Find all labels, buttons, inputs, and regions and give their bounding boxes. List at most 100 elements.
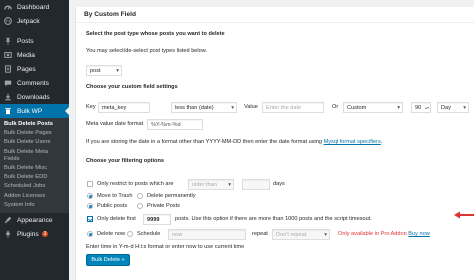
compare-operator-select[interactable]: less than (date) bbox=[171, 102, 237, 113]
sidebar-item-dashboard[interactable]: Dashboard bbox=[0, 0, 69, 14]
date-input[interactable]: Enter the date bbox=[262, 102, 324, 113]
amount-value: 90 bbox=[415, 104, 422, 111]
move-trash-radio[interactable] bbox=[87, 193, 93, 199]
post-type-select[interactable]: post bbox=[86, 65, 122, 76]
restrict-label: Only restrict to posts which are bbox=[97, 181, 174, 187]
sidebar-item-plugins[interactable]: Plugins 3 bbox=[0, 227, 69, 241]
sidebar-item-downloads[interactable]: Downloads bbox=[0, 90, 69, 104]
sidebar-item-label: Pages bbox=[17, 65, 36, 73]
delete-permanently-label: Delete permanently bbox=[147, 193, 196, 199]
delete-now-radio[interactable] bbox=[87, 231, 93, 237]
date-format-note: If you are storing the date in a format … bbox=[86, 139, 382, 145]
sidebar-item-label: Bulk WP bbox=[17, 107, 43, 115]
public-posts-label: Public posts bbox=[97, 203, 128, 209]
panel-header[interactable]: By Custom Field bbox=[76, 7, 474, 23]
sidebar-item-pages[interactable]: Pages bbox=[0, 62, 69, 76]
red-arrow-icon bbox=[454, 211, 474, 219]
pin-icon bbox=[4, 37, 12, 45]
date-placeholder: Enter the date bbox=[266, 104, 302, 111]
custom-field-panel: By Custom Field Select the post type who… bbox=[75, 7, 474, 280]
days-input[interactable] bbox=[242, 179, 270, 190]
submenu-item[interactable]: System Info bbox=[0, 201, 69, 210]
sidebar-item-posts[interactable]: Posts bbox=[0, 34, 69, 48]
plugins-update-badge: 3 bbox=[41, 230, 49, 238]
submenu-item[interactable]: Bulk Delete Users bbox=[0, 138, 69, 147]
repeat-label: repeat bbox=[252, 231, 268, 237]
repeat-select[interactable]: Don't repeat bbox=[272, 229, 330, 240]
mysql-format-link[interactable]: Mysql format specifiers bbox=[324, 139, 381, 145]
repeat-value: Don't repeat bbox=[276, 231, 307, 238]
sidebar-item-label: Downloads bbox=[17, 93, 50, 101]
sidebar-item-label: Jetpack bbox=[17, 17, 40, 25]
comments-icon bbox=[4, 79, 12, 87]
submenu-item[interactable]: Bulk Delete Posts bbox=[0, 120, 69, 129]
sidebar-item-label: Appearance bbox=[17, 216, 53, 224]
sidebar-item-comments[interactable]: Comments bbox=[0, 76, 69, 90]
trash-icon bbox=[4, 107, 12, 115]
date-format-value: %Y-%m-%d bbox=[151, 121, 181, 128]
private-posts-label: Private Posts bbox=[147, 203, 180, 209]
sidebar-item-jetpack[interactable]: Jetpack bbox=[0, 14, 69, 28]
pro-addon-note: Only available in Pro Addon Buy now bbox=[338, 231, 430, 237]
sidebar-item-label: Plugins bbox=[17, 230, 39, 238]
time-unit-value: Day bbox=[441, 104, 451, 111]
sidebar-item-label: Posts bbox=[17, 37, 34, 45]
plugins-icon bbox=[4, 230, 12, 238]
restrict-checkbox[interactable] bbox=[87, 181, 93, 187]
limit-value: 9999 bbox=[147, 216, 160, 223]
bulk-wp-submenu: Bulk Delete Posts Bulk Delete Pages Bulk… bbox=[0, 118, 69, 214]
amount-input[interactable]: 90 ▴▾ bbox=[411, 102, 431, 113]
key-label: Key bbox=[86, 104, 96, 110]
older-than-select[interactable]: older than bbox=[188, 179, 234, 190]
limit-label: Only delete first bbox=[97, 216, 136, 222]
submenu-item[interactable]: Addon Licenses bbox=[0, 192, 69, 201]
submenu-item[interactable]: Bulk Delete Pages bbox=[0, 129, 69, 138]
schedule-placeholder: now bbox=[172, 231, 183, 238]
pages-icon bbox=[4, 65, 12, 73]
jetpack-icon bbox=[4, 17, 12, 25]
public-posts-radio[interactable] bbox=[87, 203, 93, 209]
bulk-delete-button[interactable]: Bulk Delete » bbox=[86, 254, 130, 266]
move-trash-label: Move to Trash bbox=[97, 193, 133, 199]
admin-sidebar: Dashboard Jetpack Posts Media Pages Comm… bbox=[0, 0, 69, 280]
submenu-item[interactable]: Bulk Delete Meta Fields bbox=[0, 148, 60, 164]
submenu-item[interactable]: Scheduled Jobs bbox=[0, 182, 69, 191]
custom-field-heading: Choose your custom field settings bbox=[86, 84, 178, 90]
submenu-item[interactable]: Bulk Delete Misc bbox=[0, 164, 69, 173]
filter-heading: Choose your filtering options bbox=[86, 158, 165, 164]
schedule-time-input[interactable]: now bbox=[168, 229, 246, 240]
sidebar-item-label: Dashboard bbox=[17, 3, 50, 11]
schedule-radio[interactable] bbox=[127, 231, 133, 237]
time-unit-select[interactable]: Day bbox=[437, 102, 469, 113]
value-label: Value bbox=[244, 104, 258, 110]
appearance-icon bbox=[4, 216, 12, 224]
submenu-item[interactable]: Bulk Delete EDD bbox=[0, 173, 69, 182]
limit-note: posts. Use this option if there are more… bbox=[175, 216, 372, 222]
date-format-label: Meta value date format bbox=[86, 121, 144, 127]
limit-input[interactable]: 9999 bbox=[143, 214, 171, 225]
private-posts-radio[interactable] bbox=[137, 203, 143, 209]
date-format-input[interactable]: %Y-%m-%d bbox=[147, 119, 203, 130]
delete-permanently-radio[interactable] bbox=[137, 193, 143, 199]
buy-now-link[interactable]: Buy now bbox=[408, 231, 429, 237]
time-format-hint: Enter time in Y-m-d H:i:s format or ente… bbox=[86, 244, 245, 250]
download-icon bbox=[4, 93, 12, 101]
spinner-icon[interactable]: ▴▾ bbox=[425, 105, 429, 110]
relative-date-select[interactable]: Custom bbox=[343, 102, 403, 113]
date-format-note-end: . bbox=[380, 139, 383, 145]
post-type-value: post bbox=[90, 67, 101, 74]
older-than-value: older than bbox=[192, 181, 217, 188]
dashboard-icon bbox=[4, 3, 12, 11]
relative-date-value: Custom bbox=[347, 104, 367, 111]
delete-now-label: Delete now bbox=[97, 231, 125, 237]
post-type-heading: Select the post type whose posts you wan… bbox=[86, 31, 225, 37]
meta-key-value: meta_key bbox=[102, 104, 127, 111]
sidebar-item-media[interactable]: Media bbox=[0, 48, 69, 62]
meta-key-input[interactable]: meta_key bbox=[98, 102, 150, 113]
sidebar-item-appearance[interactable]: Appearance bbox=[0, 213, 69, 227]
post-type-hint: You may select/de-select post types list… bbox=[86, 48, 208, 54]
sidebar-item-bulk-wp[interactable]: Bulk WP bbox=[0, 104, 69, 118]
date-format-note-text: If you are storing the date in a format … bbox=[86, 139, 322, 145]
sidebar-item-label: Media bbox=[17, 51, 35, 59]
limit-checkbox[interactable] bbox=[87, 216, 93, 222]
